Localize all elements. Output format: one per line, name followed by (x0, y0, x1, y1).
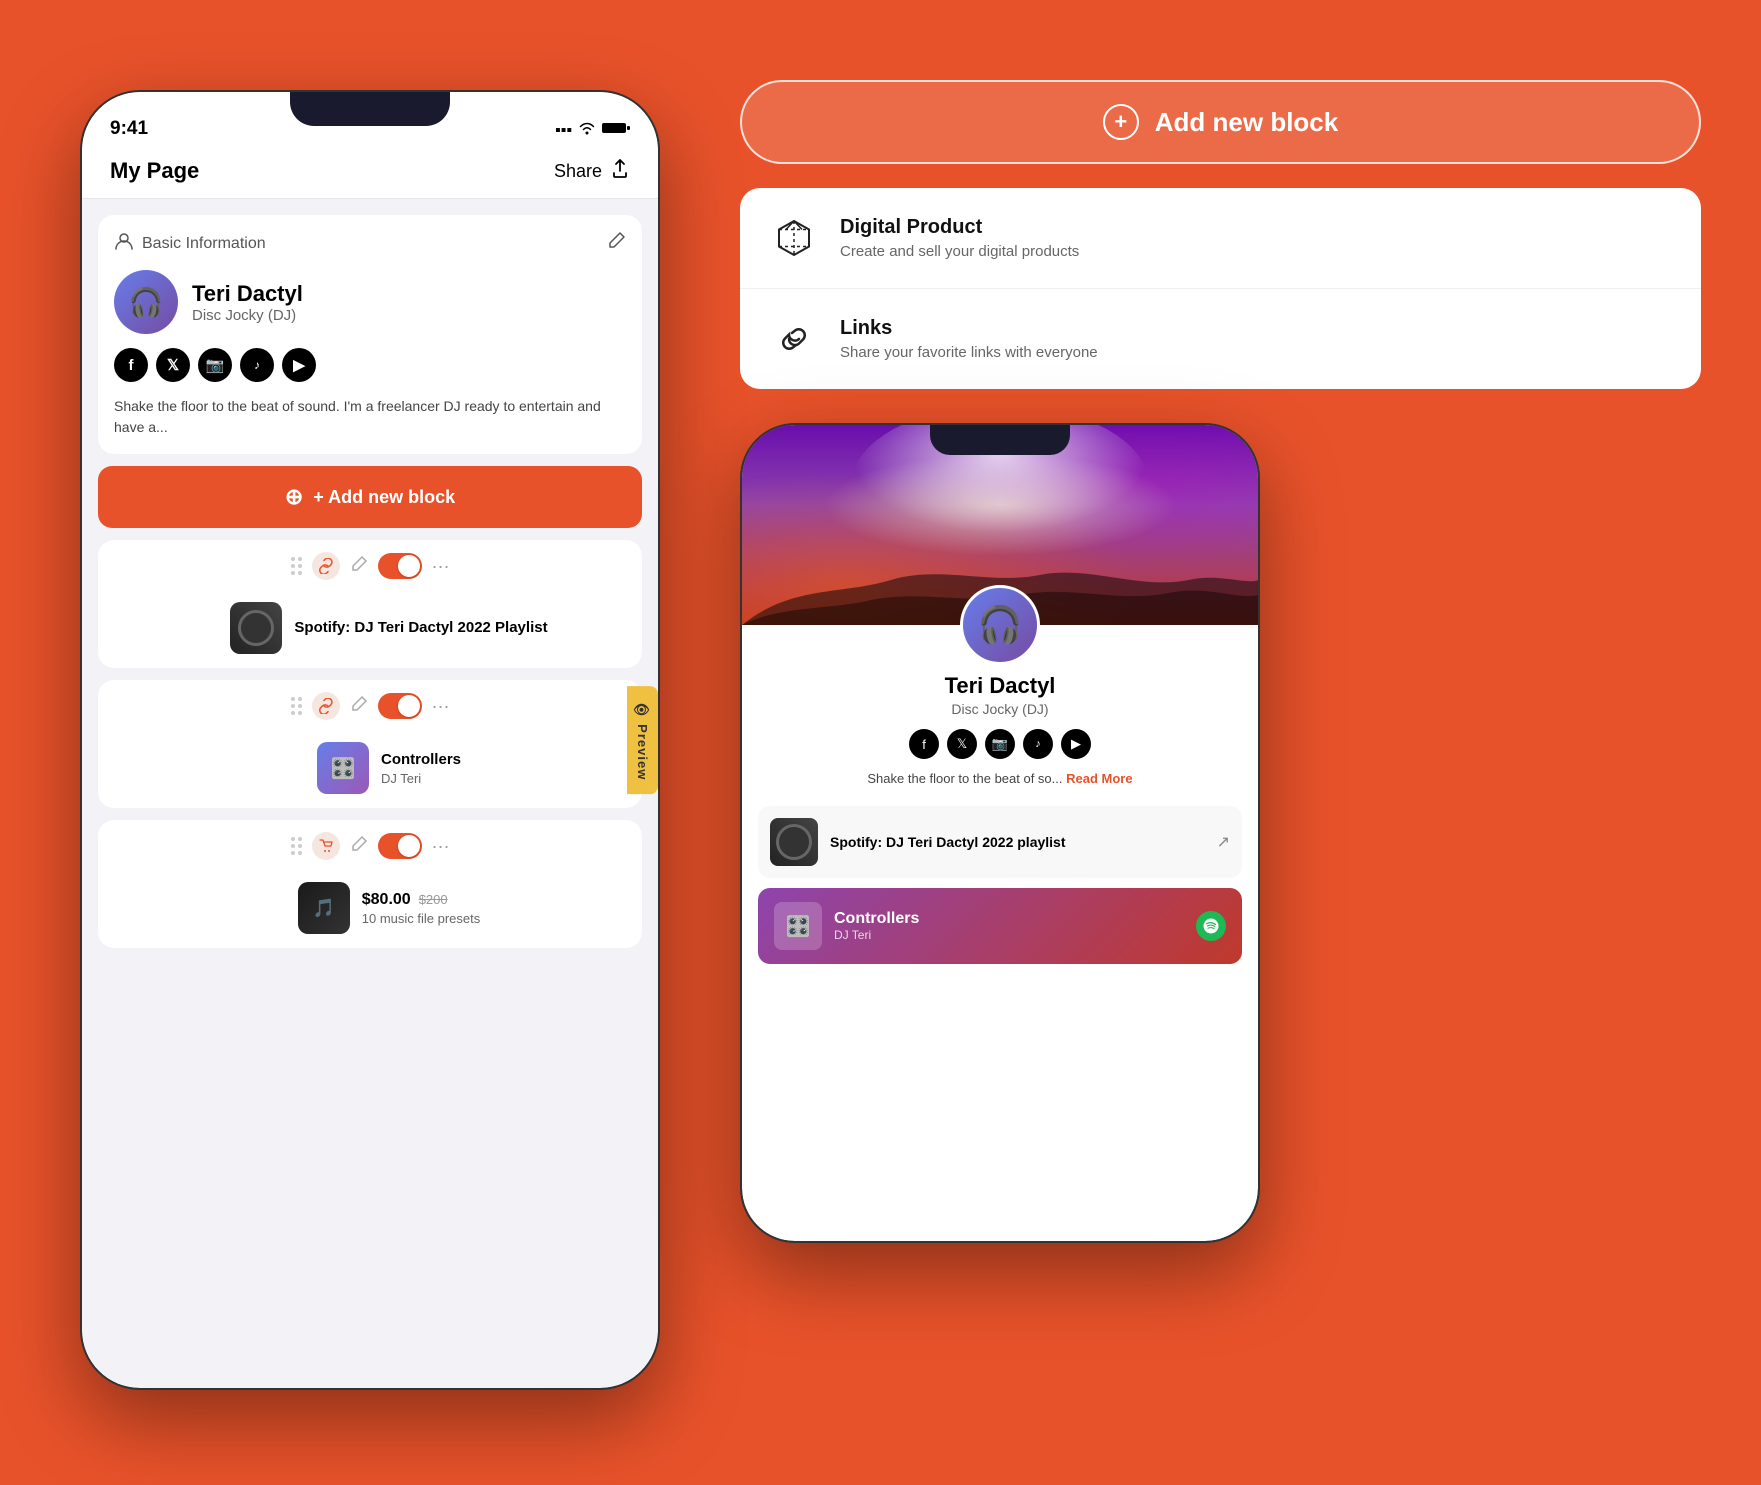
status-time: 9:41 (110, 118, 148, 140)
add-block-top-label: Add new block (1155, 107, 1338, 138)
youtube-icon[interactable]: ▶ (282, 348, 316, 382)
plus-icon-left: ⊕ (285, 484, 303, 510)
block-thumb-1 (230, 602, 282, 654)
share-button[interactable]: Share (554, 159, 630, 184)
edit-icon-2[interactable] (350, 695, 368, 718)
block-link-icon-1 (312, 552, 340, 580)
block-options-card: Digital Product Create and sell your dig… (740, 188, 1701, 389)
phone-right: 🎧 Teri Dactyl Disc Jocky (DJ) f 𝕏 📷 ♪ ▶ … (740, 423, 1260, 1243)
toggle-2[interactable] (378, 693, 422, 719)
edit-icon[interactable] (606, 231, 626, 256)
digital-product-desc: Create and sell your digital products (840, 243, 1079, 260)
share-label: Share (554, 161, 602, 182)
twitter-icon[interactable]: 𝕏 (156, 348, 190, 382)
add-block-top-button[interactable]: + Add new block (740, 80, 1701, 164)
external-link-icon: ↗ (1217, 832, 1230, 852)
phone-left: 9:41 ▪▪▪ My (80, 90, 660, 1390)
right-panel: + Add new block Digital Product Create a… (740, 80, 1701, 1243)
edit-icon-1[interactable] (350, 555, 368, 578)
links-title: Links (840, 317, 1098, 340)
read-more[interactable]: Read More (1066, 771, 1132, 786)
right-controllers-thumb: 🎛️ (774, 902, 822, 950)
block-subtext-3: 10 music file presets (362, 911, 481, 926)
right-facebook[interactable]: f (909, 729, 939, 759)
status-icons: ▪▪▪ (555, 121, 630, 140)
right-twitter[interactable]: 𝕏 (947, 729, 977, 759)
block-text-1: Spotify: DJ Teri Dactyl 2022 Playlist (294, 618, 547, 638)
right-bio: Shake the floor to the beat of so... Rea… (857, 771, 1142, 786)
signal-icon: ▪▪▪ (555, 122, 572, 140)
drag-handle-2[interactable] (291, 697, 302, 715)
block-thumb-3: 🎵 (298, 882, 350, 934)
block-text-2: Controllers (381, 750, 461, 770)
right-controllers-block[interactable]: 🎛️ Controllers DJ Teri (758, 888, 1242, 964)
profile-name-left: Teri Dactyl (192, 281, 303, 307)
social-icons-left: f 𝕏 📷 ♪ ▶ (114, 348, 626, 382)
controllers-title: Controllers (834, 910, 919, 928)
basic-info-card: Basic Information 🎧 Teri Dactyl Disc (98, 215, 642, 454)
edit-icon-3[interactable] (350, 835, 368, 858)
user-icon (114, 231, 134, 256)
phone-content-left: Basic Information 🎧 Teri Dactyl Disc (82, 199, 658, 1385)
profile-title-left: Disc Jocky (DJ) (192, 307, 303, 324)
nav-bar-left: My Page Share (82, 148, 658, 199)
avatar-left: 🎧 (114, 270, 178, 334)
add-circle-icon: + (1103, 104, 1139, 140)
digital-product-icon (768, 212, 820, 264)
right-title: Disc Jocky (DJ) (951, 701, 1048, 717)
notch-right (930, 425, 1070, 455)
controllers-sub: DJ Teri (834, 928, 919, 942)
more-icon-1[interactable]: ··· (432, 556, 450, 577)
block-product-icon-3 (312, 832, 340, 860)
instagram-icon[interactable]: 📷 (198, 348, 232, 382)
more-icon-2[interactable]: ··· (432, 696, 450, 717)
preview-eye-icon: 👁 (635, 700, 650, 718)
right-youtube[interactable]: ▶ (1061, 729, 1091, 759)
right-spotify-block[interactable]: Spotify: DJ Teri Dactyl 2022 playlist ↗ (758, 806, 1242, 878)
more-icon-3[interactable]: ··· (432, 836, 450, 857)
block-item-1: ··· Spotify: DJ Teri Dactyl 2022 Playlis… (98, 540, 642, 668)
tiktok-icon[interactable]: ♪ (240, 348, 274, 382)
block-item-3: ··· 🎵 $80.00 $200 10 music file presets (98, 820, 642, 948)
toggle-3[interactable] (378, 833, 422, 859)
spotify-badge (1196, 911, 1226, 941)
links-option[interactable]: Links Share your favorite links with eve… (740, 288, 1701, 389)
right-link-thumb-1 (770, 818, 818, 866)
preview-tab[interactable]: 👁 Preview (627, 686, 658, 794)
links-icon (768, 313, 820, 365)
block-price: $80.00 $200 (362, 891, 481, 909)
right-instagram[interactable]: 📷 (985, 729, 1015, 759)
add-block-button-left[interactable]: ⊕ + Add new block (98, 466, 642, 528)
add-block-label-left: + Add new block (313, 487, 455, 508)
notch-left (290, 92, 450, 126)
avatar-right: 🎧 (960, 585, 1040, 665)
page-title: My Page (110, 158, 199, 184)
facebook-icon[interactable]: f (114, 348, 148, 382)
digital-product-title: Digital Product (840, 216, 1079, 239)
block-link-icon-2 (312, 692, 340, 720)
block-thumb-2: 🎛️ (317, 742, 369, 794)
drag-handle-3[interactable] (291, 837, 302, 855)
preview-label: Preview (635, 724, 650, 780)
toggle-1[interactable] (378, 553, 422, 579)
battery-icon (602, 121, 630, 140)
right-social-icons: f 𝕏 📷 ♪ ▶ (909, 729, 1091, 759)
digital-product-option[interactable]: Digital Product Create and sell your dig… (740, 188, 1701, 288)
right-spotify-title: Spotify: DJ Teri Dactyl 2022 playlist (830, 833, 1205, 851)
right-profile-section: 🎧 Teri Dactyl Disc Jocky (DJ) f 𝕏 📷 ♪ ▶ … (742, 585, 1258, 796)
block-item-2: ··· 🎛️ Controllers DJ Teri (98, 680, 642, 808)
right-name: Teri Dactyl (945, 673, 1056, 699)
right-tiktok[interactable]: ♪ (1023, 729, 1053, 759)
basic-info-label: Basic Information (142, 235, 266, 253)
drag-handle-1[interactable] (291, 557, 302, 575)
wifi-icon (578, 121, 596, 140)
links-desc: Share your favorite links with everyone (840, 344, 1098, 361)
bio-text-left: Shake the floor to the beat of sound. I'… (114, 396, 626, 438)
block-subtext-2: DJ Teri (381, 771, 461, 786)
share-icon (610, 159, 630, 184)
